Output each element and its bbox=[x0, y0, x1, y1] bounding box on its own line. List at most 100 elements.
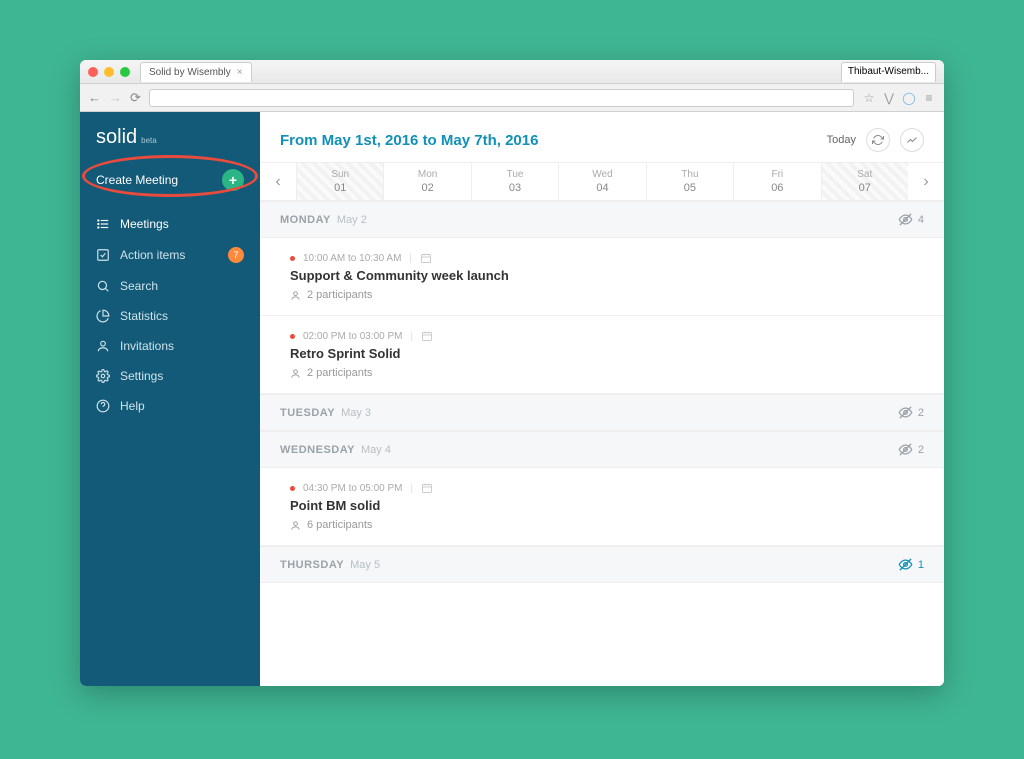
day-of-week: TUESDAY bbox=[280, 407, 335, 419]
sidebar-item-label: Meetings bbox=[120, 217, 169, 231]
day-of-week: WEDNESDAY bbox=[280, 444, 355, 456]
day-cell-sun[interactable]: Sun01 bbox=[296, 163, 383, 200]
reload-icon[interactable]: ⟳ bbox=[130, 90, 141, 106]
browser-toolbar: ← → ⟳ ☆ ⋁ ◯ ≡ bbox=[80, 84, 944, 112]
menu-icon[interactable]: ≡ bbox=[922, 91, 936, 105]
prev-week-button[interactable]: ‹ bbox=[260, 163, 296, 200]
address-bar[interactable] bbox=[149, 89, 854, 107]
day-number: 03 bbox=[472, 182, 558, 194]
main: From May 1st, 2016 to May 7th, 2016 Toda… bbox=[260, 112, 944, 686]
close-window-icon[interactable] bbox=[88, 67, 98, 77]
day-header[interactable]: MONDAYMay 24 bbox=[260, 201, 944, 238]
status-dot bbox=[290, 486, 295, 491]
sidebar-item-statistics[interactable]: Statistics bbox=[80, 301, 260, 331]
meeting-item[interactable]: 04:30 PM to 05:00 PM|Point BM solid6 par… bbox=[260, 468, 944, 546]
refresh-icon bbox=[872, 134, 884, 146]
day-count: 2 bbox=[918, 407, 924, 419]
day-cell-wed[interactable]: Wed 04 bbox=[558, 163, 645, 200]
star-icon[interactable]: ☆ bbox=[862, 91, 876, 105]
stats-button[interactable] bbox=[900, 128, 924, 152]
day-count: 2 bbox=[918, 444, 924, 456]
day-number: 02 bbox=[384, 182, 470, 194]
brand-tag: beta bbox=[141, 136, 157, 145]
meeting-participants: 6 participants bbox=[307, 519, 372, 531]
browser-titlebar: Solid by Wisembly × Thibaut-Wisemb... bbox=[80, 60, 944, 84]
gear-icon bbox=[96, 369, 110, 383]
day-header[interactable]: WEDNESDAYMay 42 bbox=[260, 431, 944, 468]
day-cell-tue[interactable]: Tue03 bbox=[471, 163, 558, 200]
day-number: 06 bbox=[734, 182, 820, 194]
browser-profile-tab[interactable]: Thibaut-Wisemb... bbox=[841, 62, 936, 82]
meeting-time: 04:30 PM to 05:00 PM bbox=[303, 483, 403, 494]
meeting-item[interactable]: 02:00 PM to 03:00 PM|Retro Sprint Solid2… bbox=[260, 316, 944, 394]
meeting-participants: 2 participants bbox=[307, 289, 372, 301]
search-icon bbox=[96, 279, 110, 293]
sidebar: solid beta Create Meeting + Meetings Acti… bbox=[80, 112, 260, 686]
brand-logo: solid bbox=[96, 126, 137, 149]
forward-icon[interactable]: → bbox=[109, 90, 122, 106]
refresh-button[interactable] bbox=[866, 128, 890, 152]
meeting-participants: 2 participants bbox=[307, 367, 372, 379]
tab-title: Solid by Wisembly bbox=[149, 67, 231, 78]
day-count: 4 bbox=[918, 214, 924, 226]
create-meeting-button[interactable]: Create Meeting + bbox=[80, 159, 260, 201]
day-cell-fri[interactable]: Fri 06 bbox=[733, 163, 820, 200]
meeting-list[interactable]: MONDAYMay 2410:00 AM to 10:30 AM|Support… bbox=[260, 201, 944, 686]
day-name: Fri bbox=[734, 169, 820, 180]
status-dot bbox=[290, 256, 295, 261]
next-week-button[interactable]: › bbox=[908, 163, 944, 200]
day-header[interactable]: TUESDAY May 3 2 bbox=[260, 394, 944, 431]
day-name: Mon bbox=[384, 169, 470, 180]
day-cell-sat[interactable]: Sat07 bbox=[821, 163, 908, 200]
day-strip: ‹ Sun01Mon 02Tue03Wed 04Thu 05Fri 06Sat07 › bbox=[260, 162, 944, 201]
browser-extensions: ☆ ⋁ ◯ ≡ bbox=[862, 91, 936, 105]
sidebar-item-label: Settings bbox=[120, 369, 163, 383]
sidebar-item-invitations[interactable]: Invitations bbox=[80, 331, 260, 361]
day-number: 05 bbox=[647, 182, 733, 194]
browser-tab[interactable]: Solid by Wisembly × bbox=[140, 62, 252, 82]
sidebar-item-label: Action items bbox=[120, 248, 185, 262]
day-of-week: MONDAY bbox=[280, 214, 331, 226]
day-name: Thu bbox=[647, 169, 733, 180]
close-tab-icon[interactable]: × bbox=[237, 67, 243, 78]
chart-icon bbox=[906, 134, 918, 146]
circle-ext-icon[interactable]: ◯ bbox=[902, 91, 916, 105]
sidebar-item-label: Statistics bbox=[120, 309, 168, 323]
sidebar-item-label: Help bbox=[120, 399, 145, 413]
browser-window: Solid by Wisembly × Thibaut-Wisemb... ← … bbox=[80, 60, 944, 686]
page-title: From May 1st, 2016 to May 7th, 2016 bbox=[280, 132, 538, 149]
day-cell-mon[interactable]: Mon 02 bbox=[383, 163, 470, 200]
day-header[interactable]: THURSDAYMay 51 bbox=[260, 546, 944, 583]
person-icon bbox=[290, 290, 301, 301]
day-name: Wed bbox=[559, 169, 645, 180]
calendar-icon bbox=[420, 252, 432, 264]
person-icon bbox=[290, 520, 301, 531]
day-date: May 3 bbox=[341, 407, 371, 419]
sidebar-item-search[interactable]: Search bbox=[80, 271, 260, 301]
plus-icon[interactable]: + bbox=[222, 169, 244, 191]
eye-off-icon bbox=[898, 442, 913, 457]
day-cell-thu[interactable]: Thu 05 bbox=[646, 163, 733, 200]
calendar-icon bbox=[421, 482, 433, 494]
meeting-item[interactable]: 10:00 AM to 10:30 AM|Support & Community… bbox=[260, 238, 944, 316]
sidebar-item-settings[interactable]: Settings bbox=[80, 361, 260, 391]
sidebar-item-meetings[interactable]: Meetings bbox=[80, 209, 260, 239]
maximize-window-icon[interactable] bbox=[120, 67, 130, 77]
window-controls[interactable] bbox=[88, 67, 140, 77]
app: solid beta Create Meeting + Meetings Acti… bbox=[80, 112, 944, 686]
day-number: 04 bbox=[559, 182, 645, 194]
day-of-week: THURSDAY bbox=[280, 559, 344, 571]
meeting-time: 10:00 AM to 10:30 AM bbox=[303, 253, 401, 264]
today-button[interactable]: Today bbox=[827, 134, 856, 146]
back-icon[interactable]: ← bbox=[88, 90, 101, 106]
sidebar-item-action-items[interactable]: Action items7 bbox=[80, 239, 260, 271]
create-meeting-label: Create Meeting bbox=[96, 173, 178, 187]
meeting-time: 02:00 PM to 03:00 PM bbox=[303, 331, 403, 342]
sidebar-item-help[interactable]: Help bbox=[80, 391, 260, 421]
help-icon bbox=[96, 399, 110, 413]
day-date: May 5 bbox=[350, 559, 380, 571]
sidebar-item-label: Search bbox=[120, 279, 158, 293]
pocket-icon[interactable]: ⋁ bbox=[882, 91, 896, 105]
meeting-title: Retro Sprint Solid bbox=[290, 346, 924, 361]
minimize-window-icon[interactable] bbox=[104, 67, 114, 77]
